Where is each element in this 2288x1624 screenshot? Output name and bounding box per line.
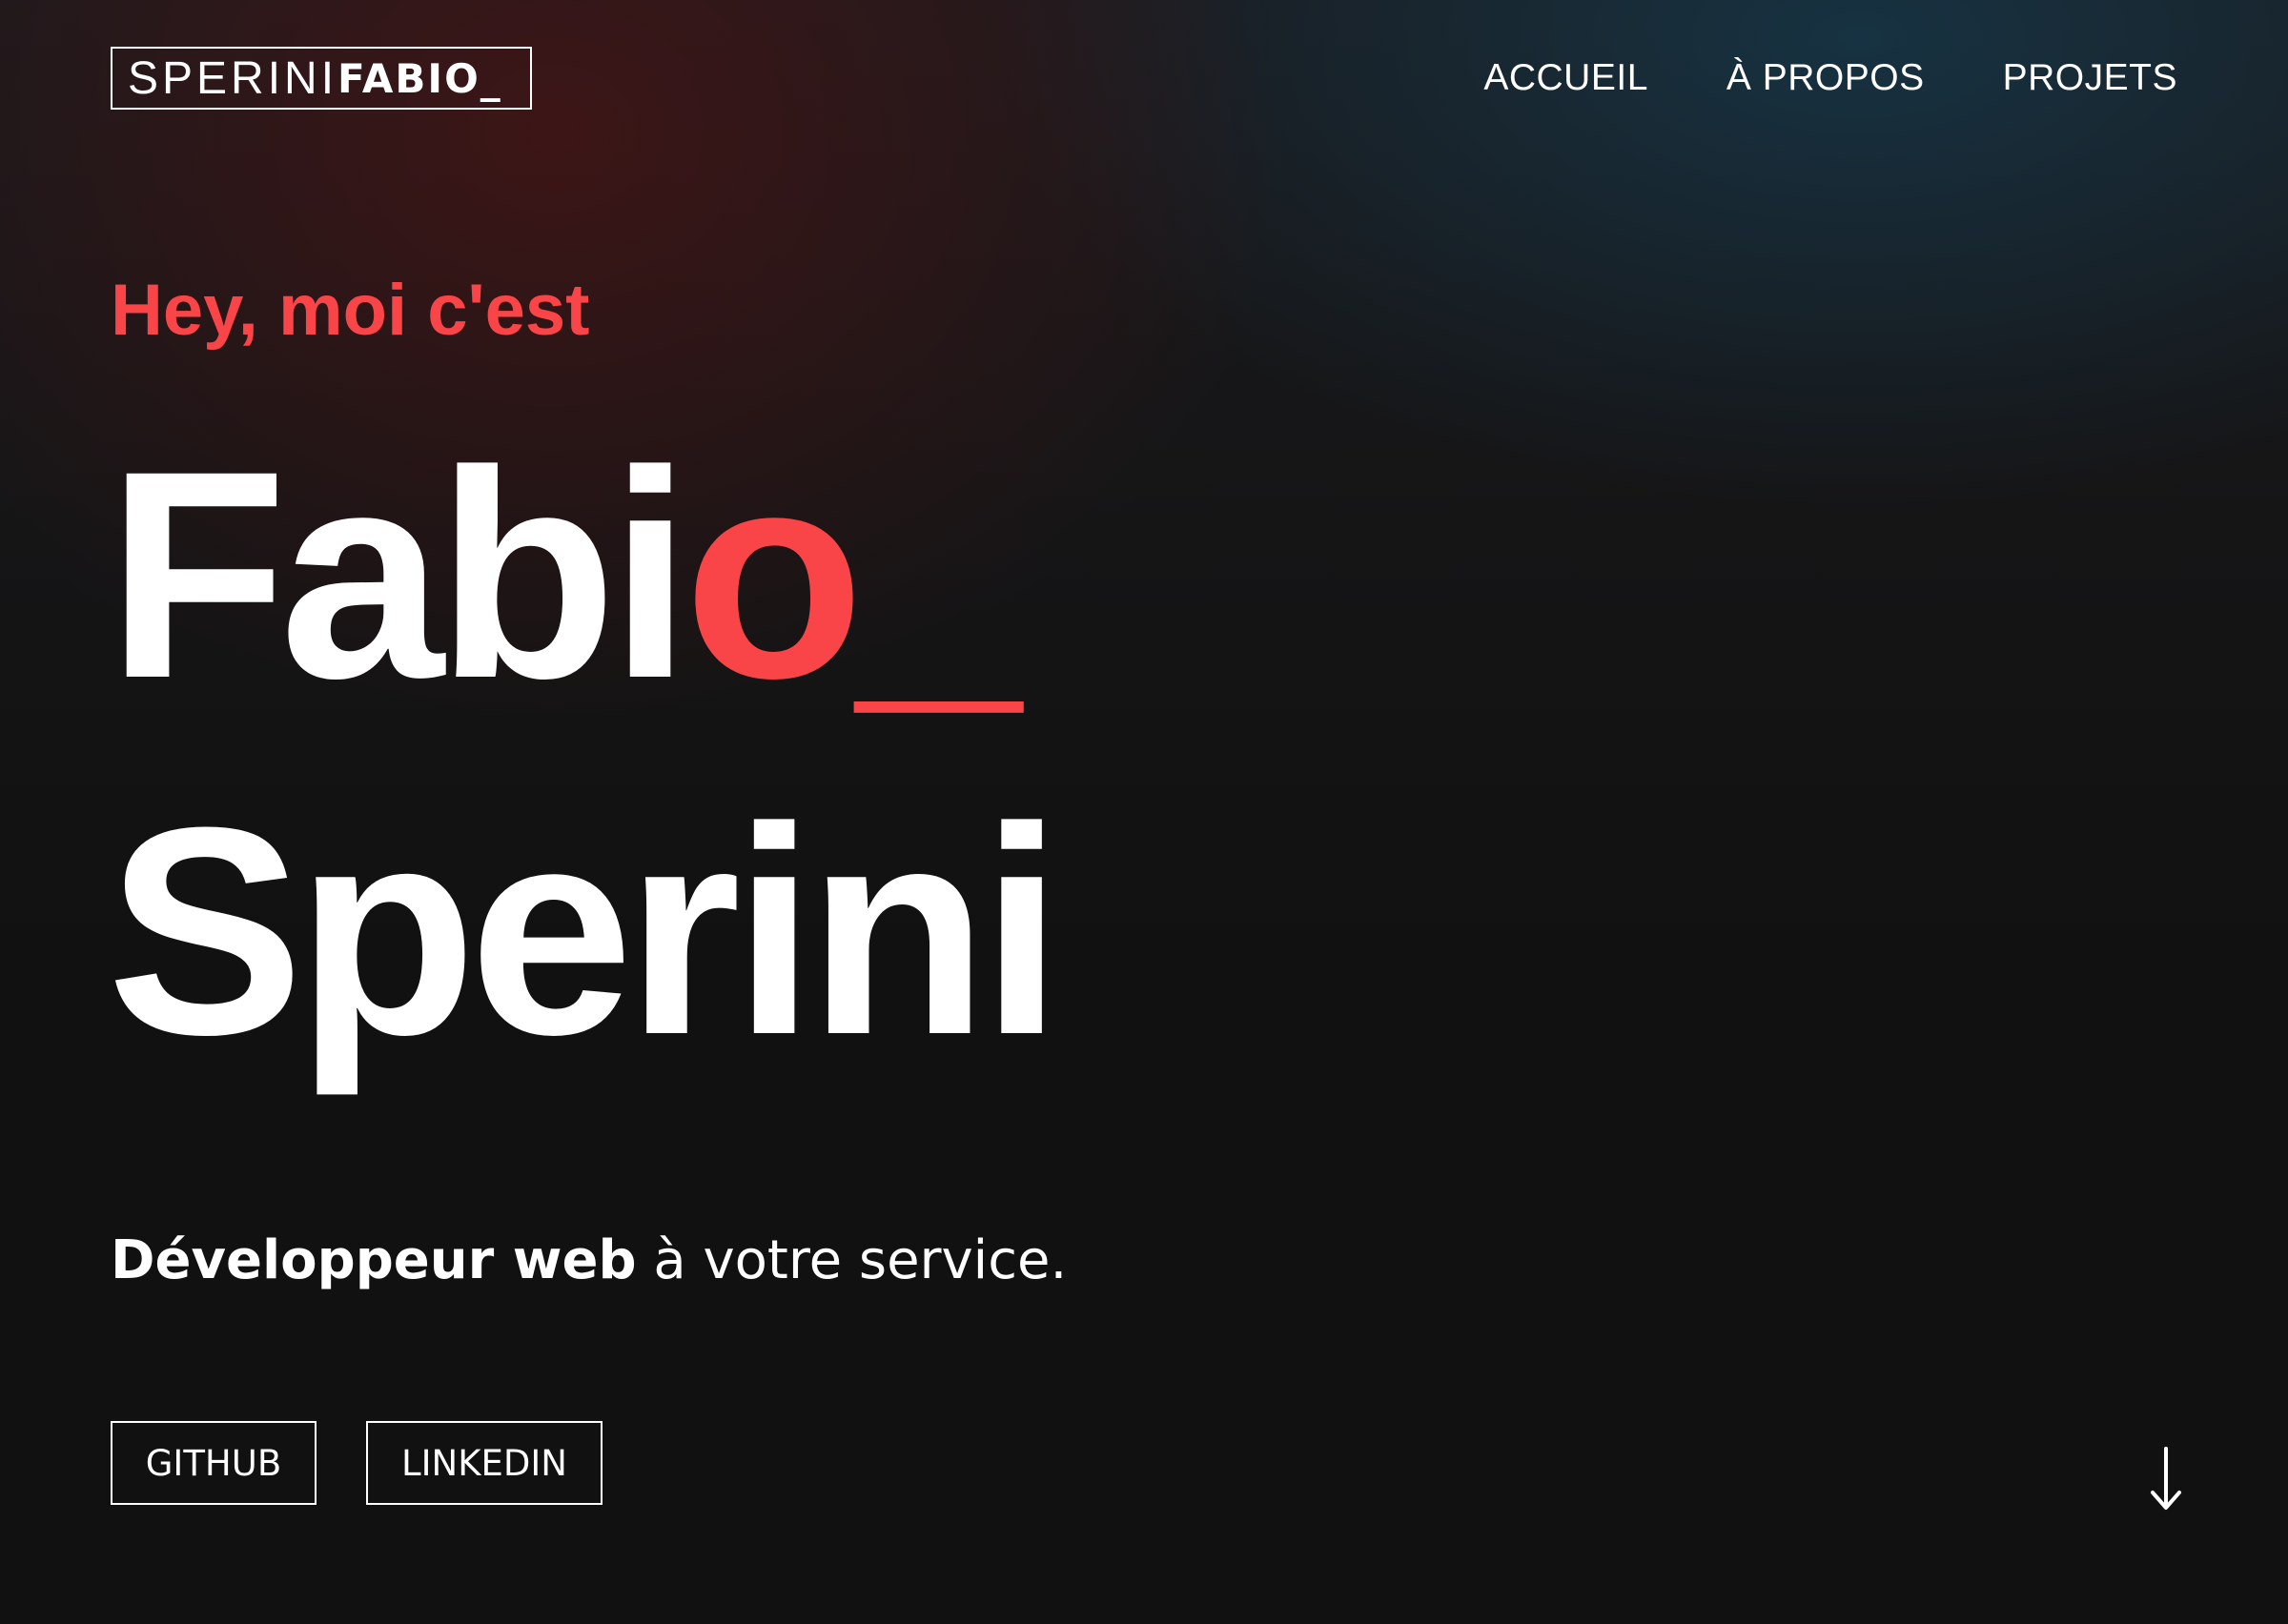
hero-greeting: Hey, moi c'est [111, 270, 590, 351]
github-button[interactable]: GITHUB [111, 1421, 317, 1505]
first-name-accent: o_ [684, 409, 1021, 740]
linkedin-button[interactable]: LINKEDIN [366, 1421, 603, 1505]
hero-last-name: Sperini [107, 765, 1063, 1096]
arrow-down-icon-graphic [2151, 1447, 2181, 1510]
logo-text-bold: FABIO_ [337, 54, 502, 102]
site-logo[interactable]: SPERINI FABIO_ [111, 47, 532, 110]
nav-link-accueil[interactable]: ACCUEIL [1483, 57, 1648, 99]
main-nav: ACCUEIL À PROPOS PROJETS [1483, 57, 2177, 99]
tagline-bold: Développeur web [111, 1229, 637, 1291]
arrow-down-icon[interactable] [2145, 1447, 2187, 1512]
tagline-rest: à votre service. [636, 1229, 1068, 1291]
nav-link-projets[interactable]: PROJETS [2003, 57, 2177, 99]
hero-first-name: Fabio_ [107, 427, 1021, 722]
logo-text-light: SPERINI [128, 52, 338, 104]
hero-tagline: Développeur web à votre service. [111, 1229, 1067, 1291]
nav-link-a-propos[interactable]: À PROPOS [1726, 57, 1925, 99]
first-name-main: Fabi [107, 409, 691, 740]
